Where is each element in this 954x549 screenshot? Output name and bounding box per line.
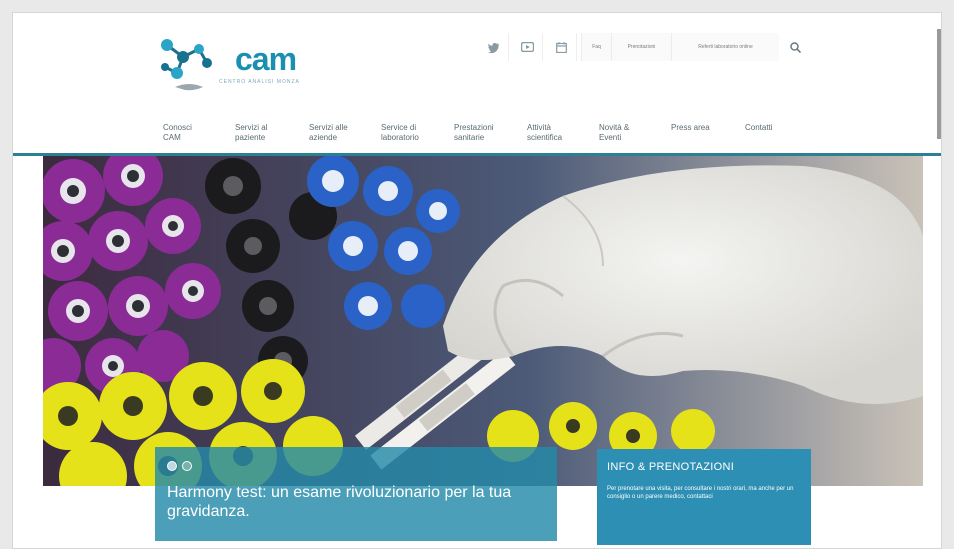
web-page: cam CENTRO ANALISI MONZA Faq Prenotazion… xyxy=(12,12,942,549)
nav-item-attivita-scientifica[interactable]: Attività scientifica xyxy=(527,123,562,143)
slider-dot-2[interactable] xyxy=(182,461,192,471)
calendar-icon[interactable] xyxy=(547,33,577,61)
nav-item-contatti[interactable]: Contatti xyxy=(745,123,773,133)
search-icon xyxy=(789,41,801,53)
nav-item-servizi-paziente[interactable]: Servizi al paziente xyxy=(235,123,267,143)
hero-image xyxy=(43,156,923,486)
slider-dot-1[interactable] xyxy=(167,461,177,471)
main-navigation: Conosci CAM Servizi al paziente Servizi al… xyxy=(13,119,941,155)
info-box-title: INFO & PRENOTAZIONI xyxy=(607,461,735,473)
nav-item-novita-eventi[interactable]: Novità & Eventi xyxy=(599,123,629,143)
info-prenotazioni-box[interactable]: INFO & PRENOTAZIONI Per prenotare una vi… xyxy=(597,449,811,545)
logo-wordmark[interactable]: cam xyxy=(235,43,297,75)
search-button[interactable] xyxy=(781,33,809,61)
hero-caption[interactable]: Harmony test: un esame rivoluzionario pe… xyxy=(155,447,557,541)
info-box-text: Per prenotare una visita, per consultare… xyxy=(607,486,794,500)
hero-caption-title[interactable]: Harmony test: un esame rivoluzionario pe… xyxy=(167,483,547,521)
prenotazioni-link[interactable]: Prenotazioni xyxy=(611,33,671,61)
twitter-icon[interactable] xyxy=(479,33,509,61)
nav-item-prestazioni-sanitarie[interactable]: Prestazioni sanitarie xyxy=(454,123,494,143)
referti-online-link[interactable]: Referti laboratorio online xyxy=(671,33,779,61)
nav-item-press-area[interactable]: Press area xyxy=(671,123,710,133)
slider-pagination xyxy=(167,461,192,471)
youtube-icon[interactable] xyxy=(513,33,543,61)
nav-item-service-laboratorio[interactable]: Service di laboratorio xyxy=(381,123,419,143)
cam-logo-mark[interactable] xyxy=(155,33,219,95)
logo-tagline: CENTRO ANALISI MONZA xyxy=(219,79,300,85)
faq-link[interactable]: Faq xyxy=(581,33,611,61)
nav-item-servizi-aziende[interactable]: Servizi alle aziende xyxy=(309,123,348,143)
nav-item-conosci-cam[interactable]: Conosci CAM xyxy=(163,123,192,143)
